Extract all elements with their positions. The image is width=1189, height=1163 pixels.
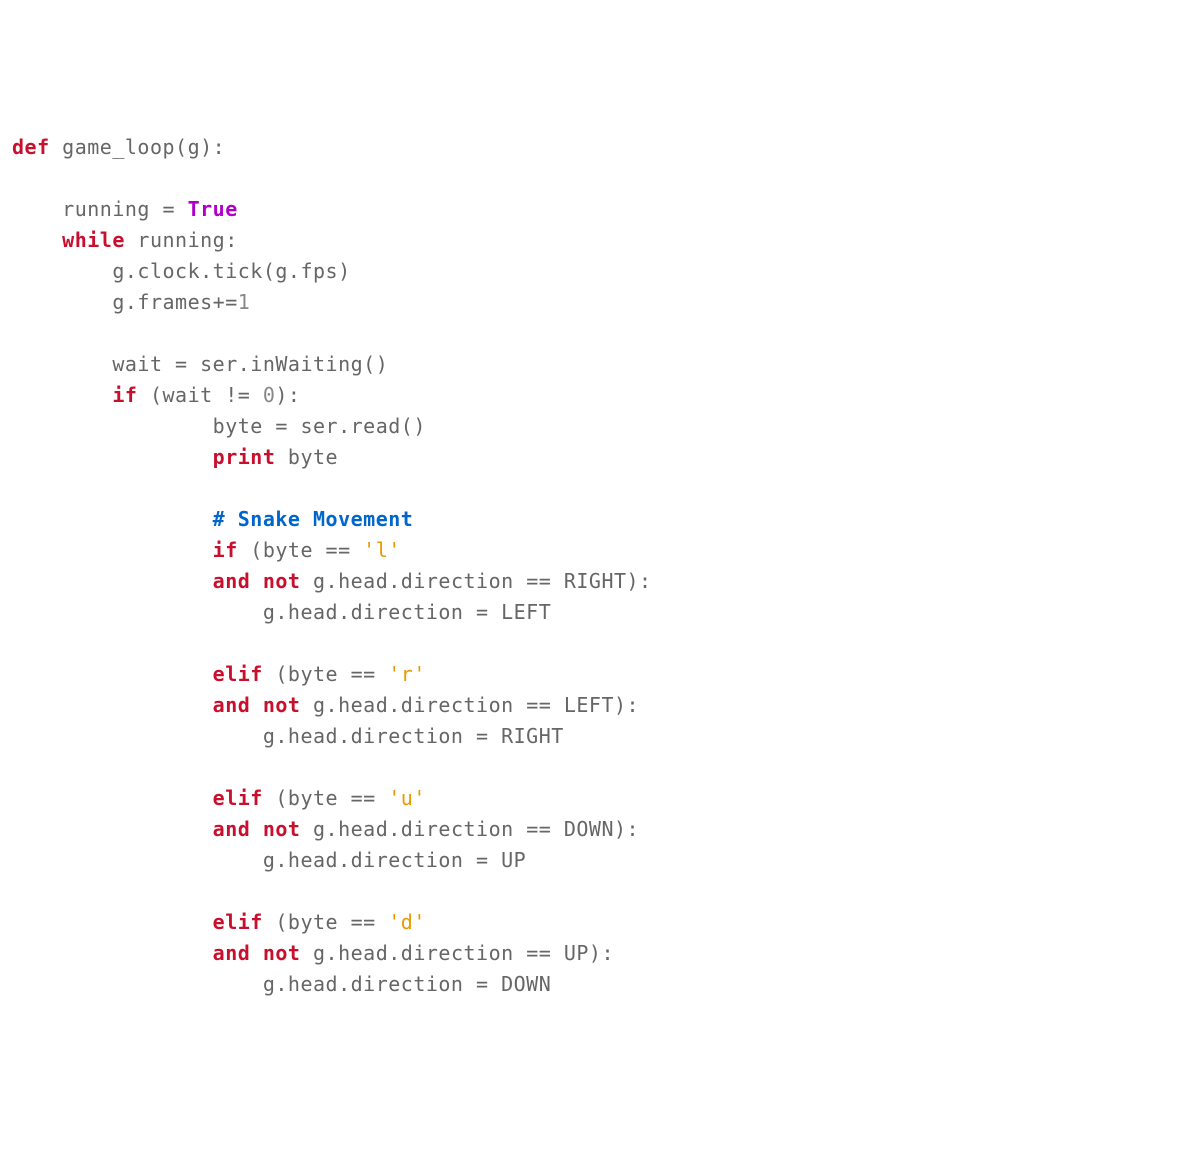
code-token: 'u' [388,786,426,810]
code-token: 'd' [388,910,426,934]
code-token: and not [213,569,301,593]
code-token: print [213,445,276,469]
code-token: elif [213,786,263,810]
code-token: if [112,383,137,407]
code-token: 'l' [363,538,401,562]
code-token: elif [213,910,263,934]
code-token: and not [213,693,301,717]
code-token: def [12,135,62,159]
code-token: and not [213,941,301,965]
code-token: while [62,228,125,252]
code-token: elif [213,662,263,686]
code-token: True [188,197,238,221]
code-token: 1 [238,290,251,314]
code-token: # Snake Movement [213,507,414,531]
code-token: 'r' [388,662,426,686]
code-token: if [213,538,238,562]
code-token: 0 [263,383,276,407]
code-token: and not [213,817,301,841]
code-block: def game_loop(g): running = True while r… [12,132,1177,1000]
